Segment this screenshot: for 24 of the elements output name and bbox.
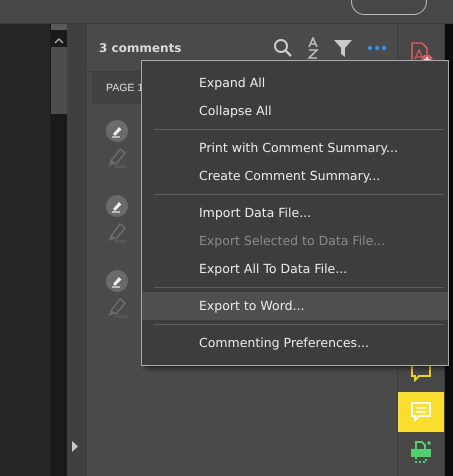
expand-arrow-icon[interactable] [72,441,78,452]
search-icon[interactable] [273,38,293,58]
menu-item[interactable]: Export to Word... [142,292,448,320]
menu-item[interactable]: Expand All [142,69,448,97]
menu-item[interactable]: Print with Comment Summary... [142,134,448,162]
scrollbar-thumb[interactable] [50,47,66,114]
highlighter-icon [106,221,128,243]
comment-count: 3 comments [99,40,182,54]
scrollbar-thumb[interactable] [50,24,66,30]
menu-item[interactable]: Create Comment Summary... [142,162,448,190]
sort-icon[interactable] [307,36,319,58]
more-icon[interactable] [367,44,387,50]
highlighter-avatar-icon [106,120,128,142]
highlighter-avatar-icon [106,195,128,217]
menu-item[interactable]: Commenting Preferences... [142,329,448,357]
highlighter-avatar-icon [106,270,128,292]
menu-item[interactable]: Import Data File... [142,199,448,227]
highlighter-icon [106,296,128,318]
menu-item[interactable]: Export All To Data File... [142,255,448,283]
scrollbar[interactable] [50,24,67,476]
filter-icon[interactable] [333,38,353,58]
menu-item[interactable]: Collapse All [142,97,448,125]
printer-icon[interactable] [409,440,433,464]
highlighter-icon [106,146,128,168]
